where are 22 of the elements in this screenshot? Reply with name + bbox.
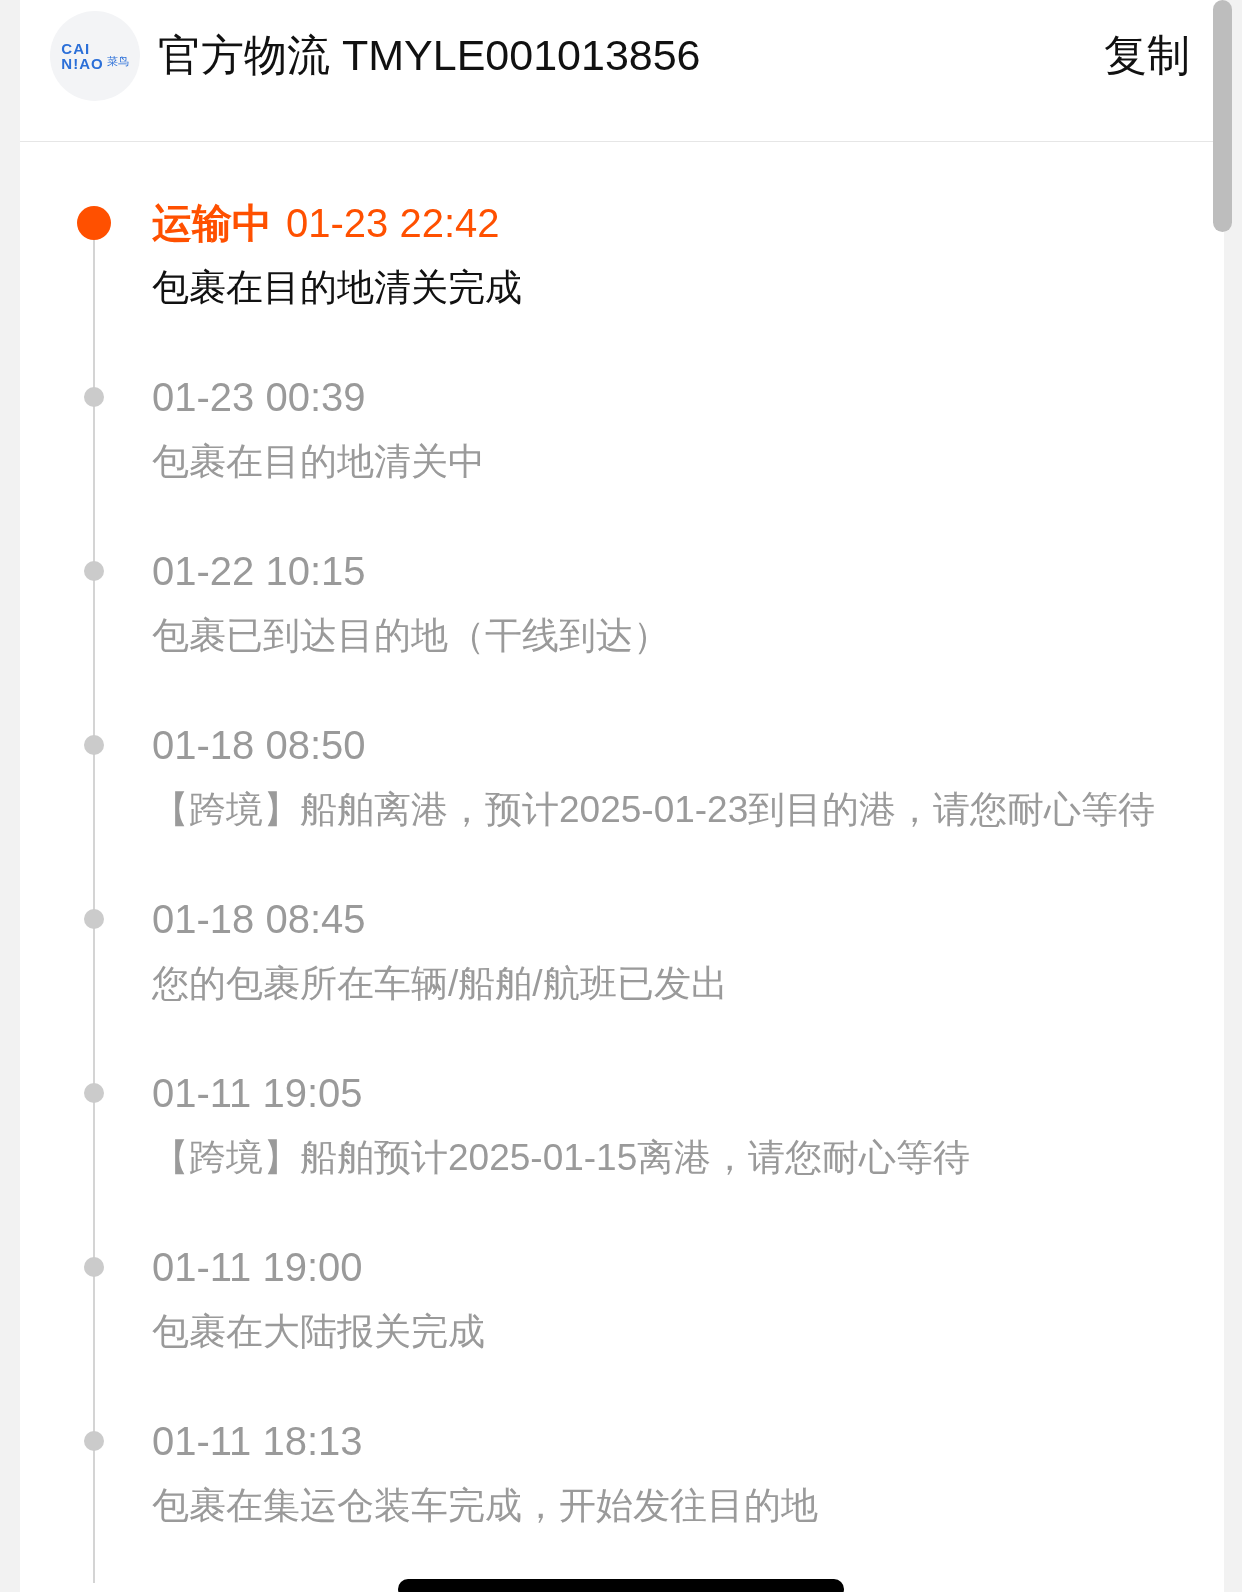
event-time: 01-11 19:00 [152, 1245, 363, 1289]
event-description: 包裹在目的地清关中 [152, 440, 486, 484]
event-time: 01-23 22:42 [286, 201, 500, 245]
event-description: 包裹在集运仓装车完成，开始发往目的地 [152, 1484, 819, 1528]
status-label: 运输中 [152, 201, 272, 245]
event-description: 包裹在大陆报关完成 [152, 1310, 486, 1354]
tracking-number-title: 官方物流 TMYLE001013856 [158, 29, 702, 81]
event-description: 包裹已到达目的地（干线到达） [152, 614, 671, 658]
logo-text: N!AO [61, 55, 104, 71]
event-time: 01-11 18:13 [152, 1419, 363, 1463]
event-time: 01-23 00:39 [152, 375, 366, 419]
event-time: 01-18 08:45 [152, 897, 366, 941]
event-time: 01-18 08:50 [152, 723, 366, 767]
event-time: 01-22 10:15 [152, 549, 366, 593]
logo-text: 菜鸟 [106, 54, 129, 69]
copy-button[interactable]: 复制 [1104, 26, 1190, 85]
event-description: 【跨境】船舶预计2025-01-15离港，请您耐心等待 [152, 1136, 972, 1180]
event-time: 01-11 19:05 [152, 1071, 363, 1115]
event-description: 您的包裹所在车辆/船舶/航班已发出 [152, 962, 729, 1006]
event-description: 包裹在目的地清关完成 [152, 266, 523, 310]
logo-text: CAI [61, 40, 92, 56]
event-description: 【跨境】船舶离港，预计2025-01-23到目的港，请您耐心等待 [152, 788, 1157, 832]
